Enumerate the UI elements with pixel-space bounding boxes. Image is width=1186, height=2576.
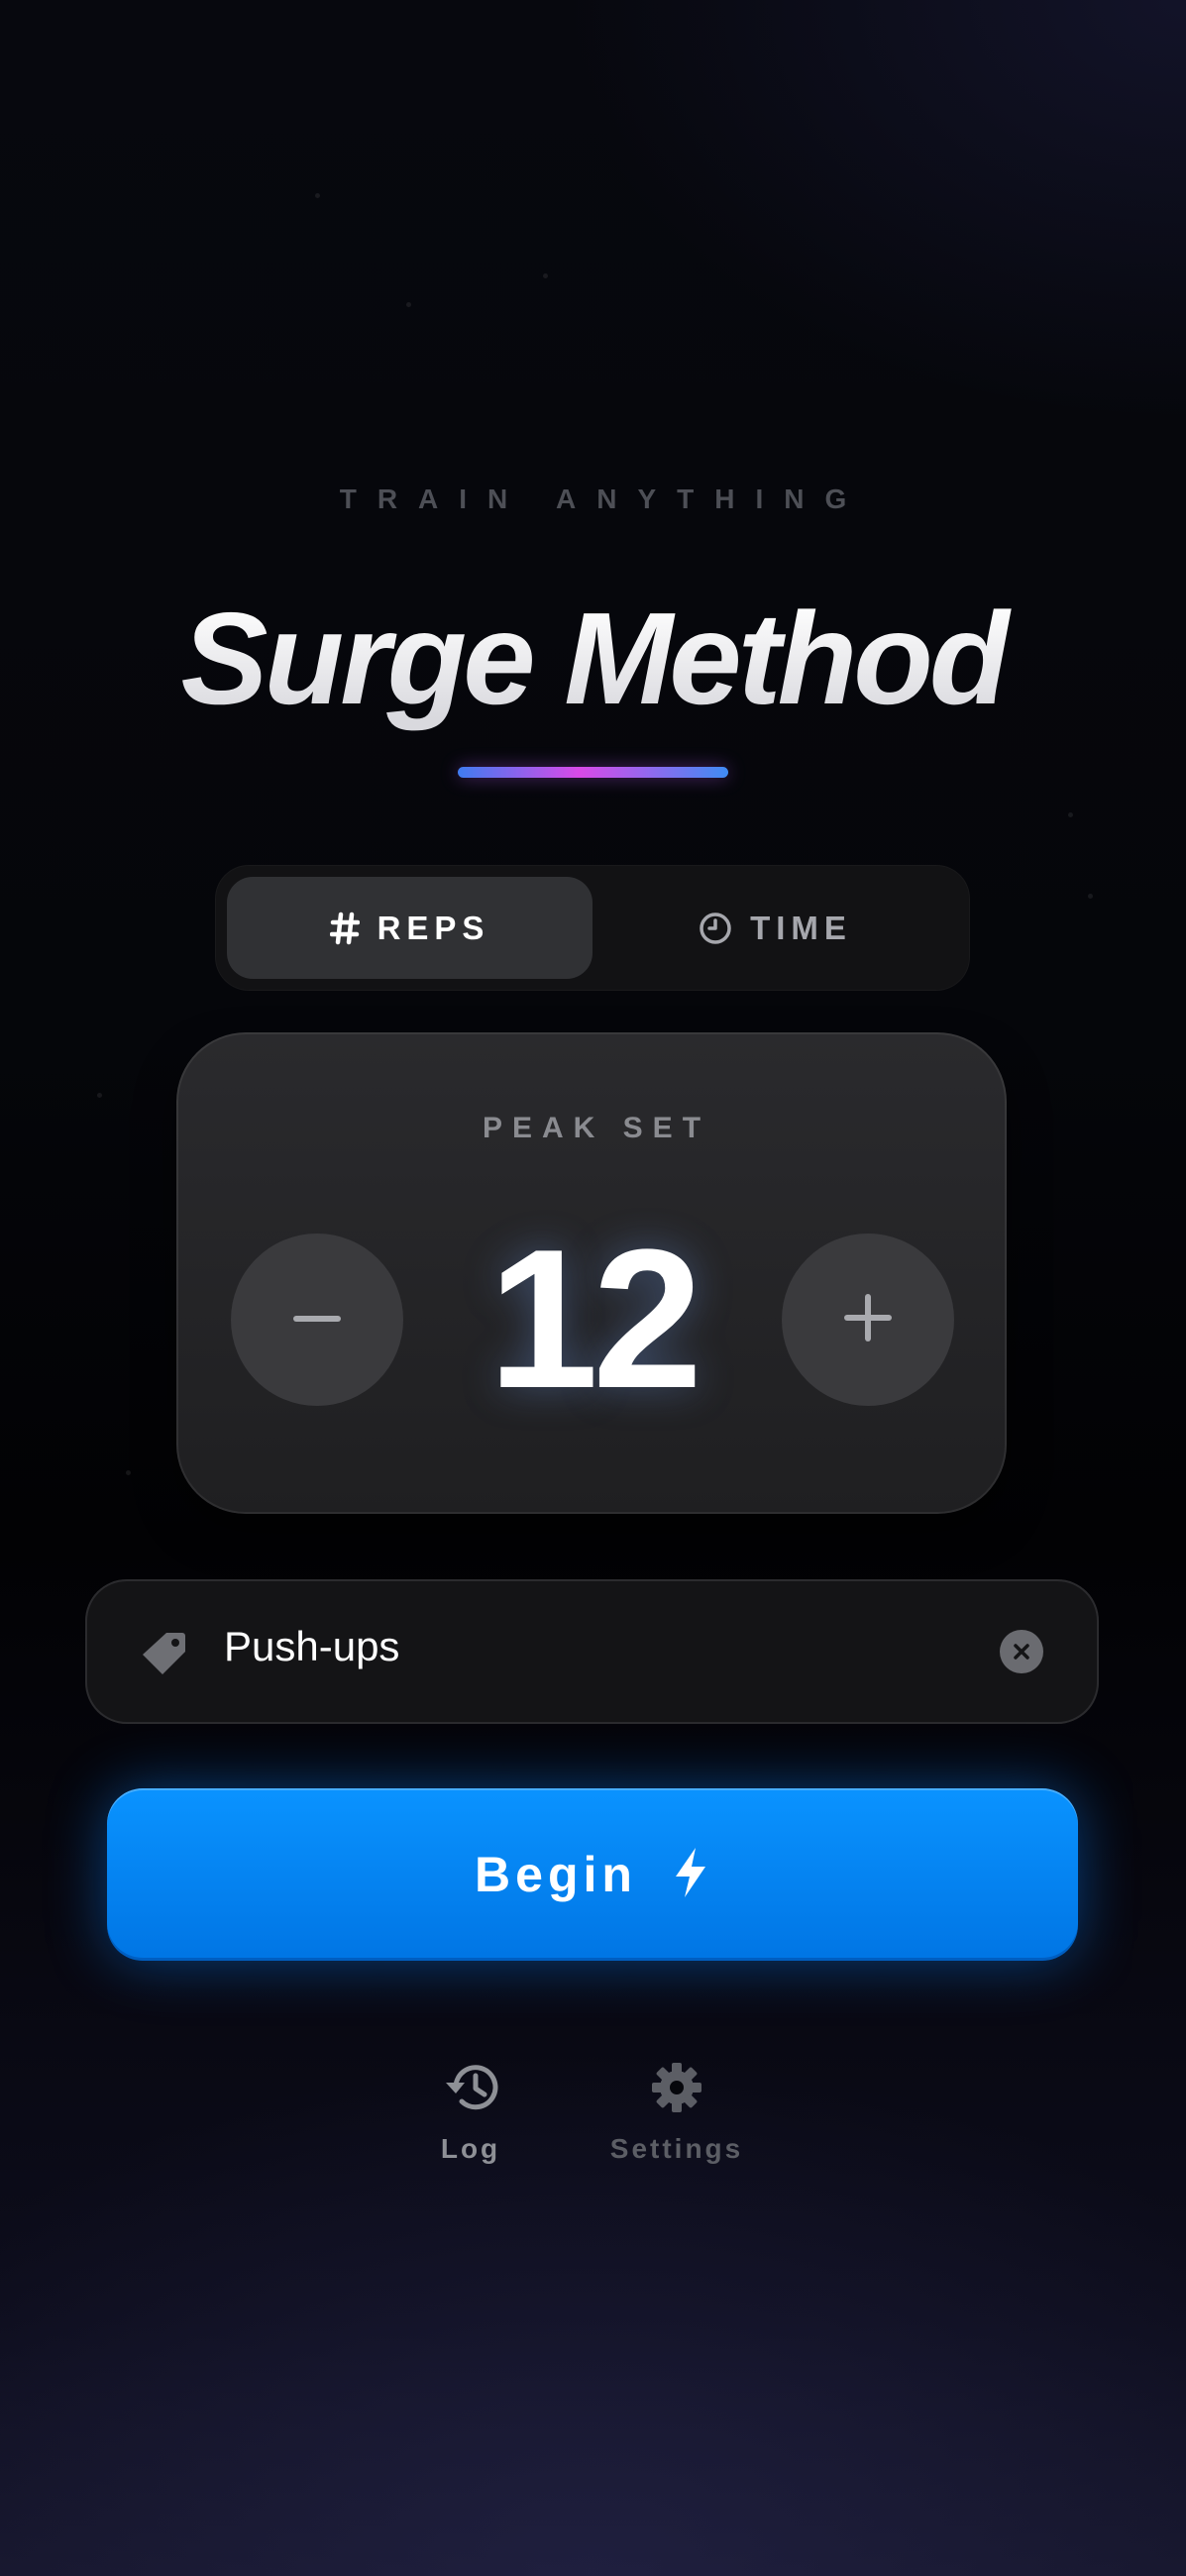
increment-button[interactable] — [782, 1234, 954, 1406]
background-star — [543, 273, 548, 278]
minus-icon — [293, 1311, 341, 1329]
app-title: Surge Method — [0, 585, 1186, 733]
hash-icon — [329, 912, 360, 945]
peak-set-value: 12 — [487, 1209, 702, 1430]
tab-reps-label: REPS — [377, 909, 490, 946]
plus-icon — [844, 1293, 892, 1346]
background-star — [315, 193, 320, 198]
tab-time-label: TIME — [750, 909, 852, 946]
clock-icon — [699, 912, 732, 945]
peak-set-label: PEAK SET — [482, 1112, 711, 1144]
title-underline — [458, 767, 728, 778]
history-icon — [442, 2061, 499, 2119]
nav-log-label: Log — [440, 2133, 501, 2164]
tab-reps[interactable]: REPS — [227, 877, 593, 979]
background-star — [406, 302, 411, 307]
tab-time[interactable]: TIME — [593, 877, 958, 979]
nav-settings[interactable]: Settings — [597, 2061, 756, 2165]
tag-icon — [141, 1629, 188, 1681]
background-star — [1088, 894, 1093, 899]
background-star — [1068, 812, 1073, 817]
begin-label: Begin — [475, 1847, 637, 1902]
begin-button[interactable]: Begin — [107, 1788, 1078, 1961]
exercise-input[interactable]: Push-ups — [85, 1579, 1099, 1724]
background-star — [126, 1470, 131, 1475]
exercise-name: Push-ups — [224, 1623, 400, 1669]
nav-settings-label: Settings — [609, 2133, 744, 2164]
tagline: TRAIN ANYTHING — [339, 483, 868, 514]
background-star — [97, 1093, 102, 1098]
mode-toggle: REPS TIME — [215, 865, 970, 991]
decrement-button[interactable] — [231, 1234, 403, 1406]
clear-icon[interactable] — [1000, 1630, 1043, 1673]
nav-log[interactable]: Log — [426, 2061, 515, 2165]
lightning-icon — [671, 1846, 710, 1904]
gear-icon — [650, 2061, 703, 2119]
